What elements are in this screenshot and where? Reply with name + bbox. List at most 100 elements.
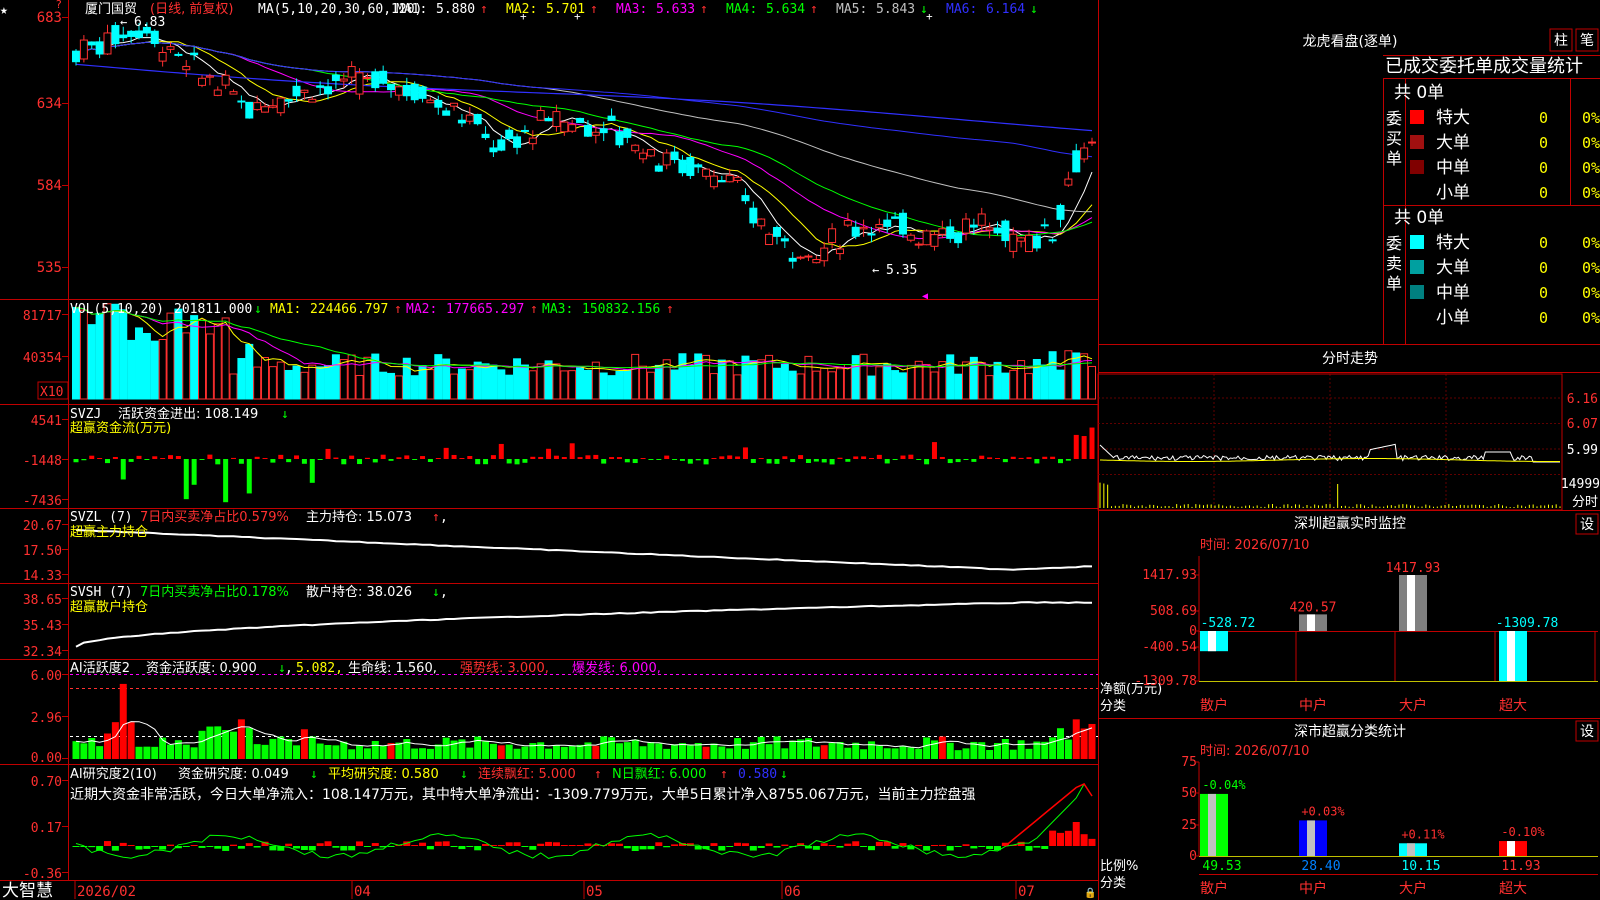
candle-body [520,129,529,132]
ai-active-bar [828,742,836,759]
ai-research-bar [206,846,214,847]
volume-bar [757,359,766,400]
ai-research-bar [127,845,135,846]
sz-stats-value-label: 28.40 [1301,859,1340,874]
intraday-title: 分时走势 [1322,351,1378,367]
volume-bar [993,361,1002,400]
ai-research-bar [552,842,560,846]
volume-bar [662,359,671,400]
volume-ma-values: MA1: 224466.797 ↑ MA2: 177665.297 ↑ MA3: 150832… [270,302,674,317]
svzl-axis-bottom: 14.33 [23,569,62,584]
ai-research-bar [938,844,946,846]
sz-stats-settings-label[interactable]: 设 [1580,724,1594,740]
ai-research-bar [167,844,175,846]
volume-bar [111,303,120,400]
ai-research-bar [820,843,828,846]
ai-active-bar [143,746,151,759]
svsh-text1: 7日内买卖净占比0.178% [140,584,289,600]
ai-active-bar [190,747,198,759]
candle-body [505,129,514,140]
svzj-bar [640,458,646,459]
vol-ma-value-1: 224466.797 [310,302,388,317]
ai-active-bar [253,744,261,759]
ai-research-bar [497,844,505,846]
ai-research-axis-top: 0.70 [31,775,62,790]
ai-active-t3: 生命线: 1.560, [348,660,437,676]
ai-active-bar [300,729,308,759]
svzj-bar [483,459,489,465]
ai-research-bar [72,846,80,847]
svzj-bar [845,459,851,462]
volume-bar [780,363,789,400]
longhu-tick-button-label[interactable]: 笔 [1580,33,1594,49]
candle-body [339,78,348,82]
candle-body [725,174,734,183]
svzj-bar [301,459,307,464]
ai-active-bar [395,742,403,759]
stock-name[interactable]: 厦门国贸 [85,2,137,17]
volume-bar [859,353,868,400]
volume-bar [946,354,955,400]
svzl-subtitle: 超赢主力持仓 [70,524,148,540]
svzj-bar [538,456,544,459]
longhu-row-name: 特大 [1436,233,1470,253]
volume-bar [72,306,80,400]
candle-body [796,256,805,259]
volume-bar [465,369,474,400]
svzj-bar [979,455,985,459]
volume-bar [583,369,592,400]
ai-active-bar [655,743,663,759]
candle-body [394,86,403,96]
svsh-comma: , [440,585,448,600]
ai-active-bar [230,731,238,759]
candle-body [828,228,837,243]
sz-monitor-axis-label: -1309.78 [1134,674,1197,689]
volume-bar [1009,369,1018,400]
volume-bar [607,375,616,400]
ai-active-bar [497,745,505,759]
volume-bar [308,364,317,400]
volume-bar [851,355,860,400]
ai-active-bar [600,736,608,759]
svzj-bar [1073,434,1079,459]
lock-icon[interactable]: 🔒 [1084,887,1096,899]
ai-active-bar [592,745,600,759]
low-price-value: 5.35 [886,263,917,278]
svsh-subtitle: 超赢散户持仓 [70,599,148,615]
longhu-row-name: 大单 [1436,258,1470,278]
svzl-text2: 主力持仓: 15.073 [306,510,412,525]
svzj-bar [774,459,780,464]
candle-body [1024,234,1033,253]
ai-research-bar [104,841,112,846]
svzj-bar [317,459,323,460]
longhu-color-swatch [1410,135,1424,149]
candle-body [150,30,159,45]
longhu-bar-button-label[interactable]: 柱 [1554,33,1568,49]
svzl-axis: 20.67 17.50 14.33 [23,519,62,584]
ai-research-bar [1056,832,1064,846]
candle-body [938,228,947,235]
volume-bar [678,353,687,400]
ai-research-bar [411,845,419,846]
ai-research-bar [663,846,671,848]
longhu-color-swatch [1410,285,1424,299]
vol-ma-label-2: MA2: [406,302,437,317]
volume-bar [1024,373,1033,400]
candle-body [450,102,459,107]
period-label[interactable]: (日线, 前复权) [150,1,233,17]
candle-body [788,257,797,262]
chart-canvas[interactable]: 683 634 584 535? ← 6.83 ← 5.35 ◀ ★ 厦门国贸 (日线… [0,0,1600,900]
sz-monitor-settings-label[interactable]: 设 [1580,517,1594,533]
sz-stats-category: 中户 [1299,880,1327,897]
sz-stats-bar-highlight [1507,841,1515,856]
sz-monitor-bar-highlight [1208,631,1216,652]
vol-ma-value-3: 150832.156 [582,302,660,317]
candle-body [292,85,301,97]
price-axis-label: 634 [37,96,62,112]
candle-body [308,98,317,103]
volume-bar [489,364,498,400]
ai-active-bar [891,748,899,759]
ai-active-bar [867,741,875,759]
ai-research-bar [867,846,875,851]
volume-bar [142,332,151,400]
